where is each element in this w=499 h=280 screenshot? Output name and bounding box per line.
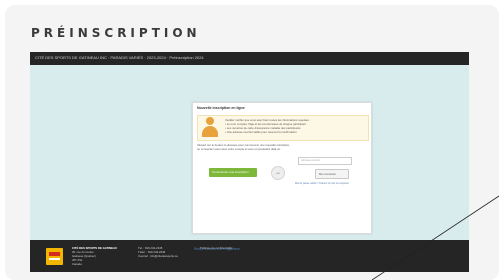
diagonal-line [371,195,499,280]
diagonal-line-stroke [371,195,499,280]
